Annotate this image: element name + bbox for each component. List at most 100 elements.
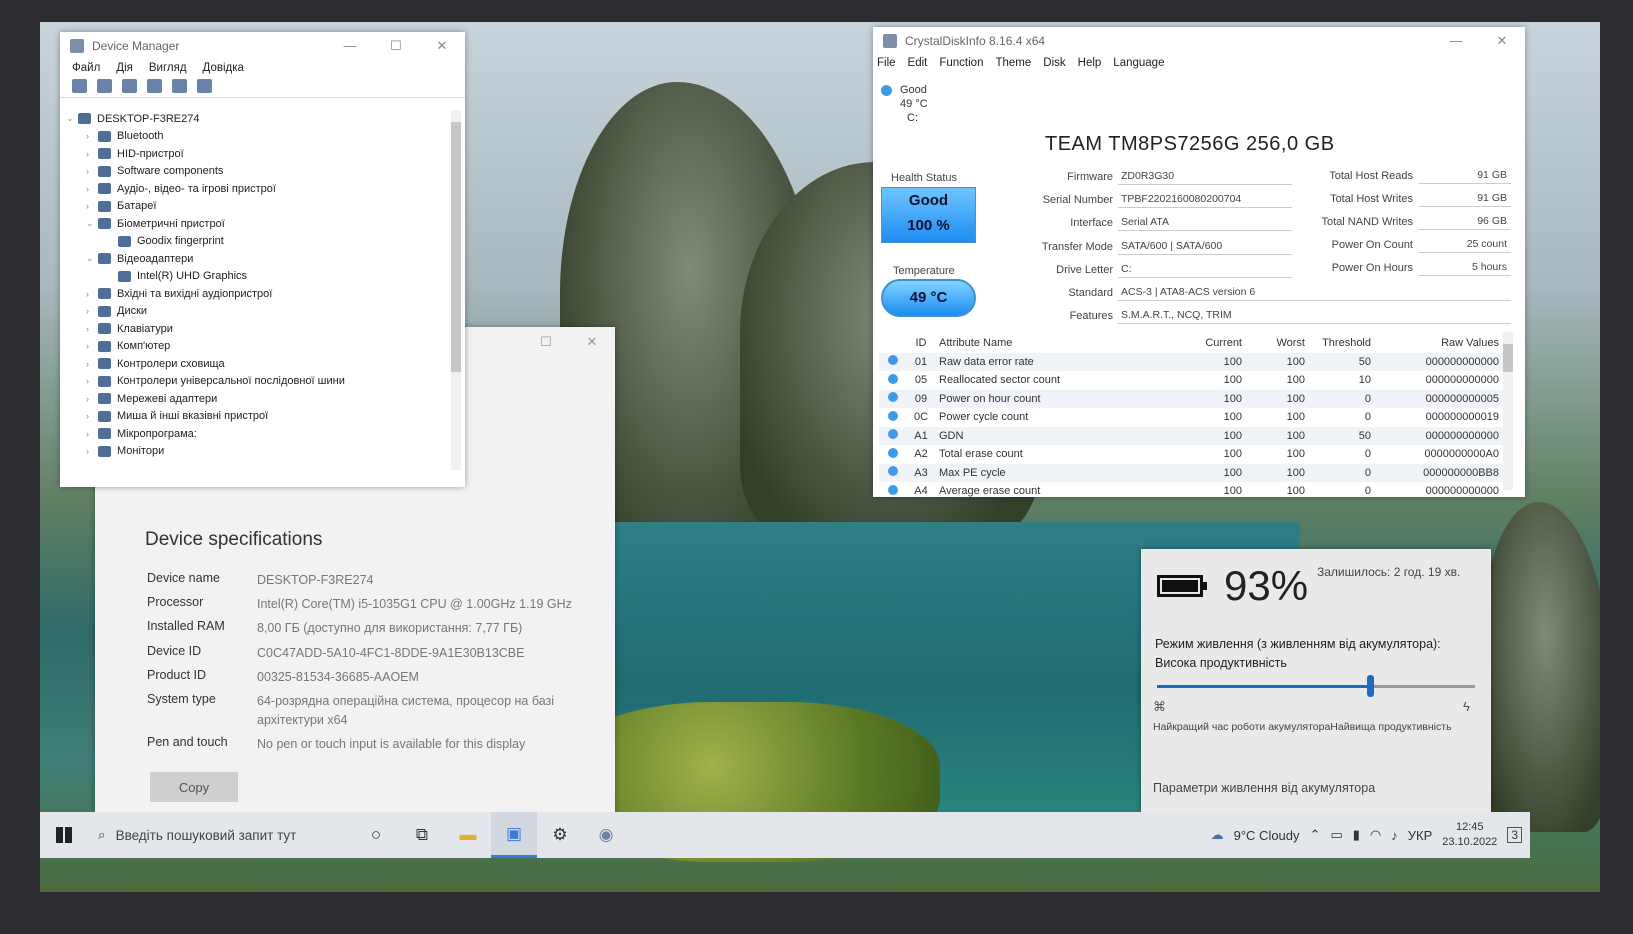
close-icon[interactable]: ✕ <box>569 327 615 357</box>
menu-language[interactable]: Language <box>1113 57 1164 69</box>
expand-arrow-icon[interactable]: ⌄ <box>66 113 78 124</box>
battery-tray-icon[interactable]: ▮ <box>1353 827 1360 843</box>
menu-file[interactable]: File <box>877 57 896 69</box>
column-header[interactable]: Raw Values <box>1371 337 1499 349</box>
tree-node[interactable]: › Bluetooth <box>60 128 450 146</box>
start-button[interactable] <box>40 812 88 858</box>
menu-disk[interactable]: Disk <box>1043 57 1065 69</box>
tree-node[interactable]: › Диски <box>60 303 450 321</box>
properties-icon[interactable] <box>122 79 137 93</box>
expand-arrow-icon[interactable]: › <box>86 201 98 211</box>
cortana-icon[interactable]: ○ <box>353 812 399 858</box>
close-icon[interactable]: ✕ <box>419 38 465 54</box>
tree-node[interactable]: Intel(R) UHD Graphics <box>60 268 450 286</box>
expand-arrow-icon[interactable]: › <box>86 166 98 176</box>
notification-center-icon[interactable]: 3 <box>1507 827 1522 843</box>
expand-arrow-icon[interactable]: › <box>86 394 98 404</box>
expand-arrow-icon[interactable]: › <box>86 446 98 456</box>
column-header[interactable]: Worst <box>1242 337 1305 349</box>
weather-text[interactable]: 9°C Cloudy <box>1234 828 1300 843</box>
temperature-badge[interactable]: 49 °C <box>881 279 976 317</box>
expand-arrow-icon[interactable]: › <box>86 324 98 334</box>
column-header[interactable]: Attribute Name <box>935 337 1180 349</box>
column-header[interactable]: ID <box>907 337 935 349</box>
expand-arrow-icon[interactable]: › <box>86 376 98 386</box>
tree-node[interactable]: › Software components <box>60 163 450 181</box>
expand-arrow-icon[interactable]: › <box>86 411 98 421</box>
expand-arrow-icon[interactable]: › <box>86 131 98 141</box>
table-row[interactable]: 09 Power on hour count 100 100 0 000000000005 <box>879 389 1507 408</box>
menu-function[interactable]: Function <box>939 57 983 69</box>
wifi-icon[interactable]: ◠ <box>1370 827 1381 843</box>
clock[interactable]: 12:45 23.10.2022 <box>1442 820 1497 850</box>
crystaldiskinfo-taskbar-icon[interactable]: ◉ <box>583 812 629 858</box>
scrollbar-thumb[interactable] <box>1503 344 1513 372</box>
menu-edit[interactable]: Edit <box>908 57 928 69</box>
tree-node[interactable]: › HID-пристрої <box>60 145 450 163</box>
tree-node[interactable]: ⌄ Біометричні пристрої <box>60 215 450 233</box>
chevron-up-icon[interactable]: ⌃ <box>1310 827 1321 843</box>
monitor-icon[interactable] <box>197 79 212 93</box>
maximize-icon[interactable]: ☐ <box>373 38 419 54</box>
menu-help[interactable]: Довідка <box>203 62 244 74</box>
tree-node[interactable]: › Миша й інші вказівні пристрої <box>60 408 450 426</box>
column-header[interactable]: Current <box>1180 337 1242 349</box>
tree-node[interactable]: › Комп'ютер <box>60 338 450 356</box>
battery-settings-link[interactable]: Параметри живлення від акумулятора <box>1153 781 1375 795</box>
tree-node[interactable]: › Аудіо-, відео- та ігрові пристрої <box>60 180 450 198</box>
scrollbar-thumb[interactable] <box>451 122 461 372</box>
expand-arrow-icon[interactable]: › <box>86 429 98 439</box>
task-view-icon[interactable]: ⧉ <box>399 812 445 858</box>
tree-node[interactable]: › Батареї <box>60 198 450 216</box>
copy-button[interactable]: Copy <box>150 772 238 802</box>
minimize-icon[interactable]: — <box>1433 33 1479 49</box>
tree-node[interactable]: › Вхідні та вихідні аудіопристрої <box>60 285 450 303</box>
tree-node[interactable]: › Мережеві адаптери <box>60 390 450 408</box>
tree-node[interactable]: › Монітори <box>60 443 450 461</box>
expand-arrow-icon[interactable]: › <box>86 289 98 299</box>
forward-icon[interactable] <box>97 79 112 93</box>
expand-arrow-icon[interactable]: › <box>86 306 98 316</box>
expand-arrow-icon[interactable]: ⌄ <box>86 253 98 264</box>
device-manager-taskbar-icon[interactable]: ▣ <box>491 812 537 858</box>
minimize-icon[interactable]: — <box>327 38 373 54</box>
table-row[interactable]: A3 Max PE cycle 100 100 0 000000000BB8 <box>879 463 1507 482</box>
table-row[interactable]: A4 Average erase count 100 100 0 000000000000 <box>879 482 1507 501</box>
tree-node[interactable]: › Мікропрограма: <box>60 425 450 443</box>
menu-file[interactable]: Файл <box>72 62 100 74</box>
help-icon[interactable] <box>147 79 162 93</box>
tree-node[interactable]: ⌄ DESKTOP-F3RE274 <box>60 110 450 128</box>
taskbar-search[interactable]: ⌕ Введіть пошуковий запит тут <box>88 812 353 858</box>
update-driver-icon[interactable] <box>172 79 187 93</box>
network-status-icon[interactable]: ▭ <box>1330 827 1342 843</box>
tree-node[interactable]: Goodix fingerprint <box>60 233 450 251</box>
expand-arrow-icon[interactable]: › <box>86 359 98 369</box>
table-row[interactable]: 0C Power cycle count 100 100 0 000000000019 <box>879 408 1507 427</box>
table-row[interactable]: 01 Raw data error rate 100 100 50 00000000000… <box>879 352 1507 371</box>
close-icon[interactable]: ✕ <box>1479 33 1525 49</box>
tree-node[interactable]: › Контролери сховища <box>60 355 450 373</box>
back-icon[interactable] <box>72 79 87 93</box>
expand-arrow-icon[interactable]: ⌄ <box>86 218 98 229</box>
tree-node[interactable]: › Контролери універсальної послідовної ши… <box>60 373 450 391</box>
power-mode-slider-thumb[interactable] <box>1367 675 1375 697</box>
tree-node[interactable]: ⌄ Відеоадаптери <box>60 250 450 268</box>
table-row[interactable]: A2 Total erase count 100 100 0 0000000000A0 <box>879 445 1507 464</box>
language-indicator[interactable]: УКР <box>1408 828 1433 843</box>
tree-scrollbar[interactable] <box>451 110 461 470</box>
maximize-icon[interactable]: ☐ <box>523 327 569 357</box>
column-header[interactable]: Threshold <box>1305 337 1371 349</box>
expand-arrow-icon[interactable]: › <box>86 149 98 159</box>
settings-gear-icon[interactable]: ⚙ <box>537 812 583 858</box>
menu-action[interactable]: Дія <box>116 62 133 74</box>
table-row[interactable]: A1 GDN 100 100 50 000000000000 <box>879 426 1507 445</box>
file-explorer-icon[interactable]: ▬ <box>445 812 491 858</box>
tree-node[interactable]: › Клавіатури <box>60 320 450 338</box>
table-row[interactable]: 05 Reallocated sector count 100 100 10 000000… <box>879 371 1507 390</box>
table-scrollbar[interactable] <box>1503 332 1513 490</box>
menu-view[interactable]: Вигляд <box>149 62 187 74</box>
menu-theme[interactable]: Theme <box>995 57 1031 69</box>
expand-arrow-icon[interactable]: › <box>86 341 98 351</box>
drive-selector[interactable]: Good 49 °C C: <box>881 83 928 125</box>
health-status-button[interactable]: Good 100 % <box>881 187 976 243</box>
